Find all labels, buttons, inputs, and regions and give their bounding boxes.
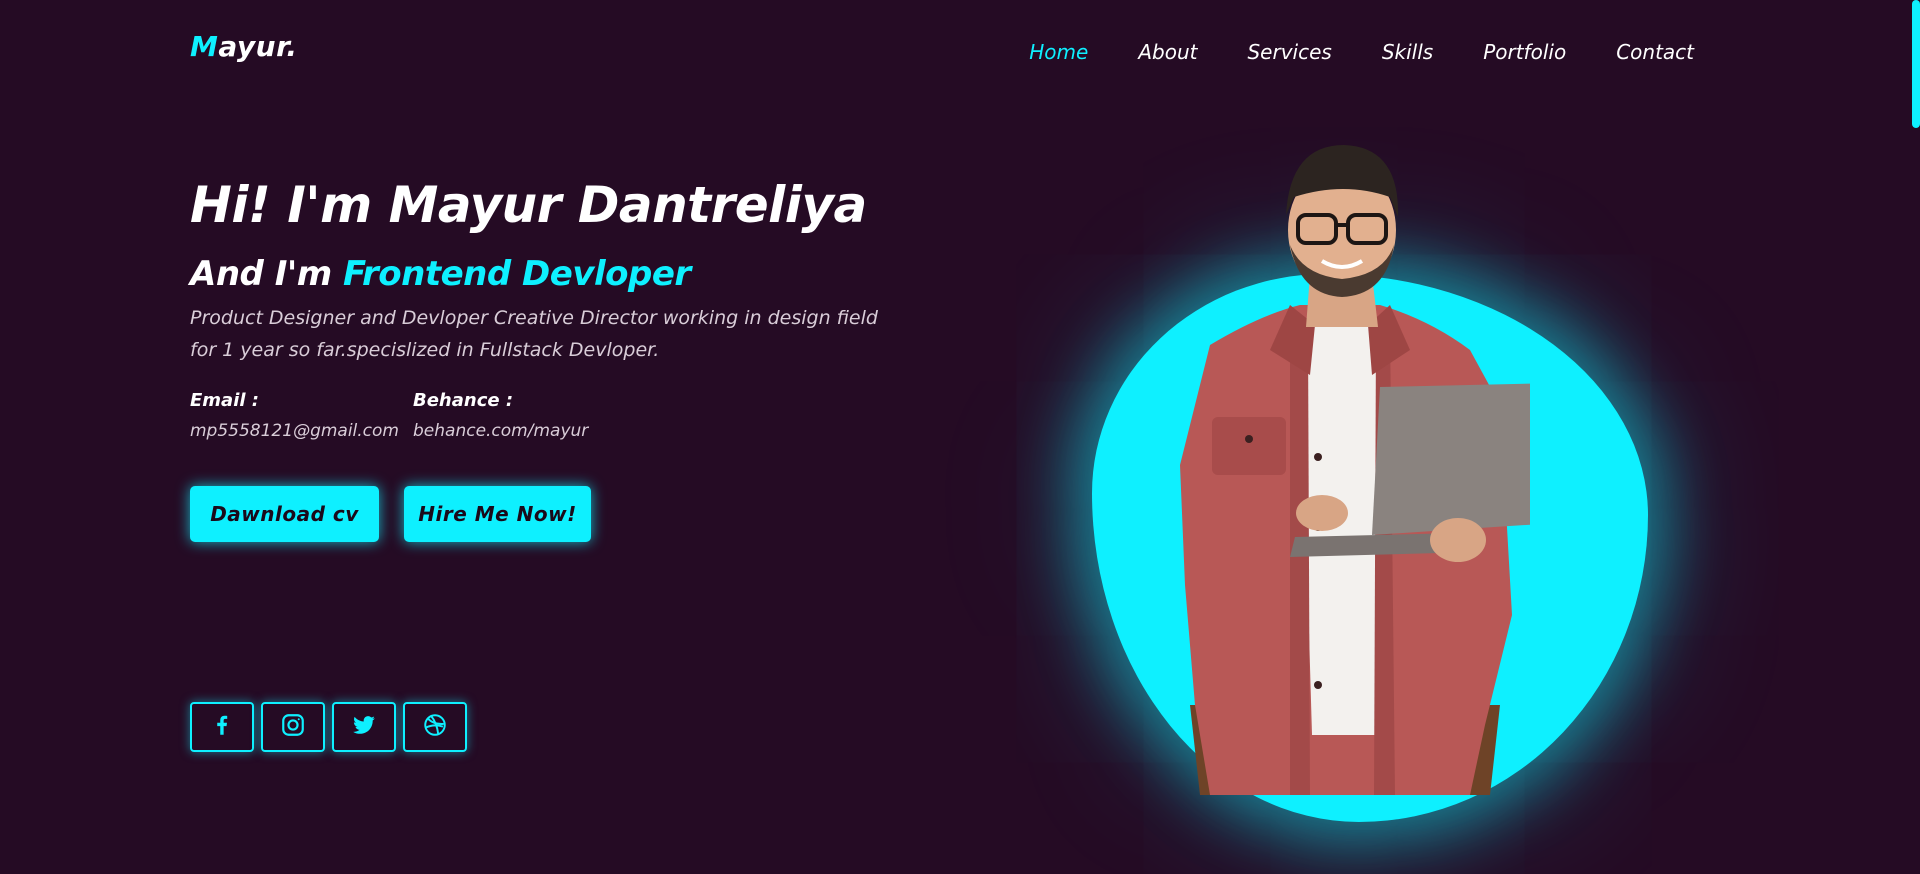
nav-portfolio[interactable]: Portfolio bbox=[1483, 38, 1566, 66]
instagram-icon bbox=[280, 712, 306, 742]
nav-services[interactable]: Services bbox=[1247, 38, 1331, 66]
instagram-link[interactable] bbox=[261, 702, 325, 752]
nav-about[interactable]: About bbox=[1138, 38, 1197, 66]
scrollbar-track[interactable] bbox=[1908, 0, 1920, 874]
subtitle-prefix: And I'm bbox=[190, 254, 332, 294]
person-with-laptop-image bbox=[1180, 145, 1530, 795]
download-cv-button[interactable]: Dawnload cv bbox=[190, 486, 379, 542]
twitter-link[interactable] bbox=[332, 702, 396, 752]
behance-block: Behance : behance.com/mayur bbox=[413, 388, 588, 446]
logo-text: ayur. bbox=[218, 30, 298, 63]
email-block: Email : mp5558121@gmail.com bbox=[190, 388, 399, 446]
dribbble-icon bbox=[422, 712, 448, 742]
dribbble-link[interactable] bbox=[403, 702, 467, 752]
main-nav: Home About Services Skills Portfolio Con… bbox=[979, 38, 1694, 66]
social-links bbox=[190, 702, 474, 752]
email-label: Email : bbox=[190, 390, 260, 411]
logo-initial: M bbox=[190, 30, 219, 63]
email-value: mp5558121@gmail.com bbox=[190, 421, 399, 441]
behance-label: Behance : bbox=[413, 390, 514, 411]
nav-home[interactable]: Home bbox=[1029, 38, 1088, 66]
hire-me-button[interactable]: Hire Me Now! bbox=[404, 486, 591, 542]
subtitle-role: Frontend Devloper bbox=[343, 254, 691, 294]
hero-description: Product Designer and Devloper Creative D… bbox=[190, 307, 878, 361]
facebook-link[interactable] bbox=[190, 702, 254, 752]
logo[interactable]: Mayur. bbox=[190, 30, 298, 63]
scrollbar-thumb[interactable] bbox=[1912, 0, 1920, 128]
twitter-icon bbox=[351, 712, 377, 742]
nav-skills[interactable]: Skills bbox=[1382, 38, 1433, 66]
hero-subtitle: And I'm Frontend Devloper bbox=[190, 254, 691, 294]
hero-title: Hi! I'm Mayur Dantreliya bbox=[190, 176, 867, 234]
facebook-icon bbox=[209, 712, 235, 742]
behance-value: behance.com/mayur bbox=[413, 421, 589, 441]
nav-contact[interactable]: Contact bbox=[1616, 38, 1694, 66]
